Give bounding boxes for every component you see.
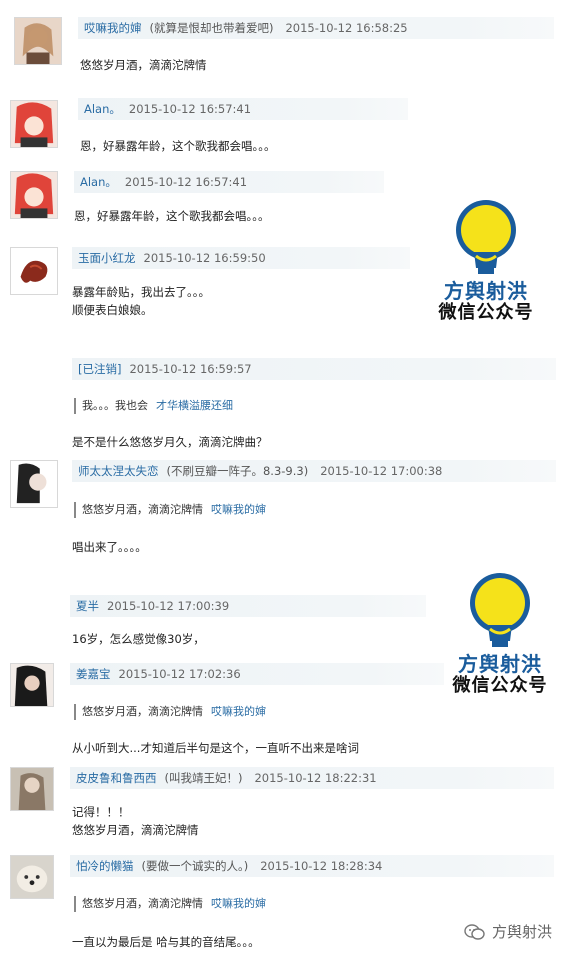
quote-text: 悠悠岁月酒，滴滴沱牌情 [82,897,203,910]
avatar[interactable] [10,171,58,219]
avatar[interactable] [10,100,58,148]
comment-text: 恩，好暴露年龄，这个歌我都会唱。。。 [74,209,270,223]
avatar[interactable] [10,855,54,899]
comment-text: 从小听到大...才知道后半句是这个，一直听不出来是啥词 [72,741,359,755]
comment-text: 悠悠岁月酒，滴滴沱牌情 [80,58,207,72]
avatar[interactable] [10,460,58,508]
comment-meta: Alan。 2015-10-12 16:57:41 [74,171,384,193]
user-name-link[interactable]: 皮皮鲁和鲁西西 [76,771,157,785]
comment-text: 恩，好暴露年龄，这个歌我都会唱。。。 [80,139,276,153]
comment-time: 2015-10-12 18:28:34 [260,859,383,873]
quote-author-link[interactable]: 哎嘛我的婶 [211,503,266,516]
comment-time: 2015-10-12 18:22:31 [254,771,377,785]
user-name-link[interactable]: 夏半 [76,599,99,613]
comment-meta: Alan。 2015-10-12 16:57:41 [78,98,408,120]
brand-logo: 方舆射洪 微信公众号 [440,567,560,697]
comment-meta: 玉面小红龙 2015-10-12 16:59:50 [72,247,410,269]
lightbulb-icon [470,573,530,647]
user-name-link[interactable]: 师太太涅太失恋 [78,464,159,478]
comment-text: 唱出来了。。。。 [72,540,147,554]
comment-meta: 师太太涅太失恋 (不刷豆瓣一阵子。8.3-9.3) 2015-10-12 17:00… [72,460,556,482]
comment-text: 暴露年龄贴，我出去了。。。 [72,285,210,299]
user-name-link[interactable]: [已注销] [78,362,121,376]
comment-text-line2: 顺便表白娘娘。 [72,303,153,317]
comment-time: 2015-10-12 17:02:36 [118,667,241,681]
comment-meta: 皮皮鲁和鲁西西 (叫我靖王妃！) 2015-10-12 18:22:31 [70,767,554,789]
avatar[interactable] [14,17,62,65]
quoted-reply: 悠悠岁月酒，滴滴沱牌情 哎嘛我的婶 [74,704,266,720]
logo-subtitle: 微信公众号 [438,302,534,323]
wechat-watermark: 方舆射洪 [464,921,552,942]
user-name-link[interactable]: Alan。 [80,175,117,189]
comment-time: 2015-10-12 17:00:38 [320,464,443,478]
comment-time: 2015-10-12 16:59:57 [129,362,252,376]
logo-subtitle: 微信公众号 [452,675,548,696]
avatar[interactable] [10,247,58,295]
comment-time: 2015-10-12 16:57:41 [128,102,252,116]
comment-time: 2015-10-12 17:00:39 [107,599,230,613]
quoted-reply: 悠悠岁月酒，滴滴沱牌情 哎嘛我的婶 [74,502,266,518]
quoted-reply: 我。。。我也会 才华横溢腰还细 [74,398,233,414]
user-signature: (要做一个诚实的人。) [141,859,249,873]
lightbulb-icon [456,200,516,274]
logo-title: 方舆射洪 [444,279,528,303]
comment-time: 2015-10-12 16:59:50 [143,251,266,265]
avatar[interactable] [10,663,54,707]
comment-time: 2015-10-12 16:58:25 [285,21,408,35]
comment-meta: [已注销] 2015-10-12 16:59:57 [72,358,556,380]
comment-meta: 哎嘛我的婶 (就算是恨却也带着爱吧) 2015-10-12 16:58:25 [78,17,554,39]
comment-text: 是不是什么悠悠岁月久，滴滴沱牌曲？ [72,435,268,449]
comment-text-line2: 悠悠岁月酒，滴滴沱牌情 [72,823,199,837]
comment-text: 一直以为最后是 哈与其的音结尾。。。 [72,935,260,949]
quote-author-link[interactable]: 哎嘛我的婶 [211,705,266,718]
user-name-link[interactable]: 哎嘛我的婶 [84,21,142,35]
brand-logo: 方舆射洪 微信公众号 [426,194,546,324]
quote-text: 悠悠岁月酒，滴滴沱牌情 [82,705,203,718]
logo-title: 方舆射洪 [458,652,542,676]
comment-text: 16岁，怎么感觉像30岁， [72,632,205,646]
user-name-link[interactable]: 姜嘉宝 [76,667,111,681]
comment-text: 记得！！！ [72,805,130,819]
watermark-text: 方舆射洪 [491,923,552,941]
quoted-reply: 悠悠岁月酒，滴滴沱牌情 哎嘛我的婶 [74,896,266,912]
comment-time: 2015-10-12 16:57:41 [124,175,248,189]
quote-author-link[interactable]: 才华横溢腰还细 [156,399,233,412]
user-name-link[interactable]: Alan。 [84,102,121,116]
user-name-link[interactable]: 怕冷的懒猫 [76,859,134,873]
avatar[interactable] [10,767,54,811]
wechat-icon [464,923,485,940]
user-signature: (不刷豆瓣一阵子。8.3-9.3) [166,464,309,478]
quote-text: 我。。。我也会 [82,399,148,412]
comment-meta: 怕冷的懒猫 (要做一个诚实的人。) 2015-10-12 18:28:34 [70,855,554,877]
user-signature: (叫我靖王妃！) [164,771,243,785]
user-name-link[interactable]: 玉面小红龙 [78,251,136,265]
quote-author-link[interactable]: 哎嘛我的婶 [211,897,266,910]
comment-meta: 夏半 2015-10-12 17:00:39 [70,595,426,617]
quote-text: 悠悠岁月酒，滴滴沱牌情 [82,503,203,516]
user-signature: (就算是恨却也带着爱吧) [149,21,274,35]
comment-meta: 姜嘉宝 2015-10-12 17:02:36 [70,663,444,685]
